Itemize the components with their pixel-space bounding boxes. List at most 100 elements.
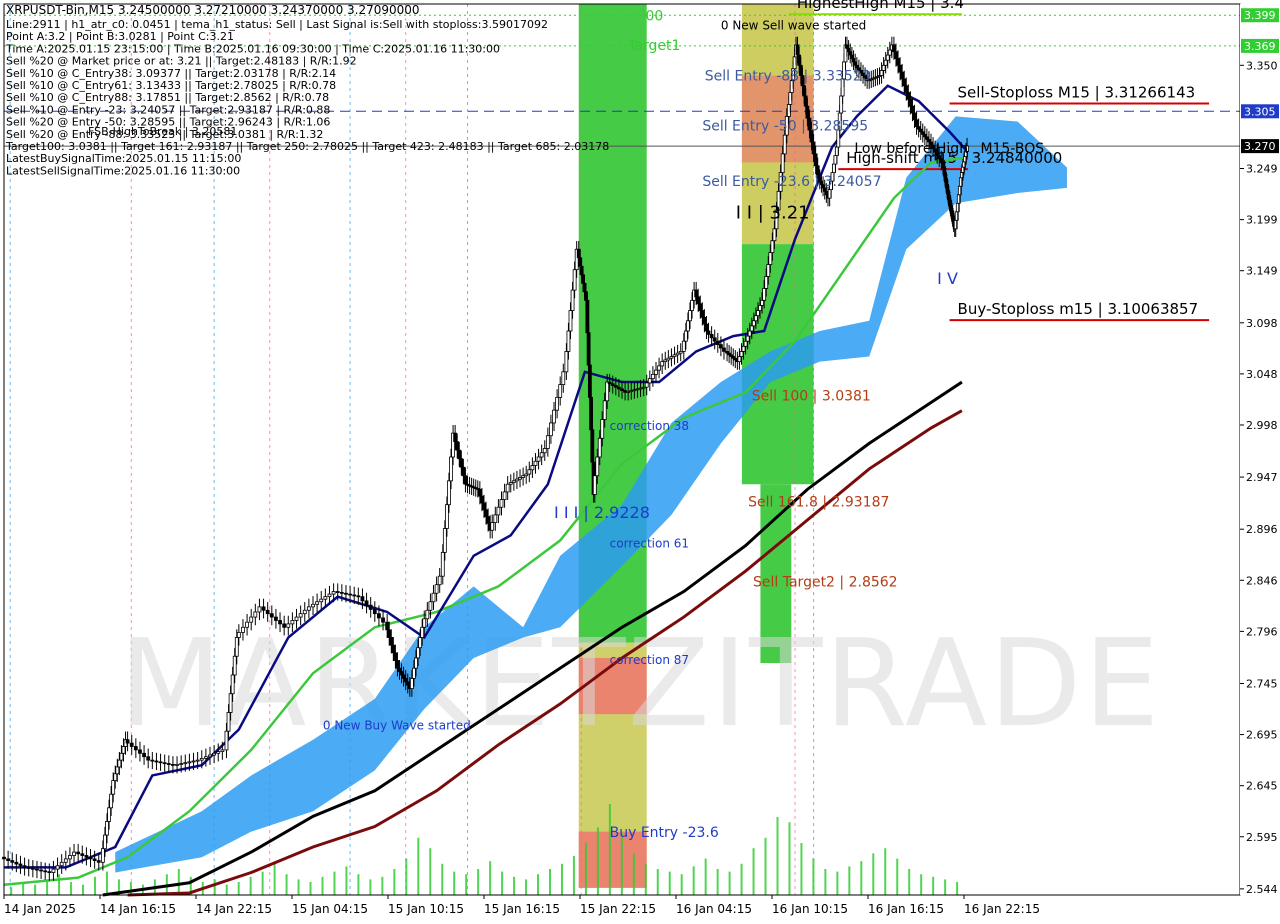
candle-body — [883, 59, 888, 66]
volume-bar — [884, 848, 887, 895]
candle-body — [743, 340, 748, 347]
annotation: Sell 161.8 | 2.93187 — [748, 495, 889, 511]
volume-bar — [513, 876, 516, 895]
annotation: 0 New Buy Wave started — [323, 718, 471, 732]
candle-body — [30, 867, 35, 870]
x-tick-label: 14 Jan 22:15 — [196, 902, 272, 916]
volume-bar — [716, 869, 719, 895]
volume-bar — [213, 879, 216, 895]
candle-body — [399, 671, 404, 676]
candle-body — [146, 756, 151, 761]
candle-body — [641, 386, 646, 389]
candle-body — [635, 388, 640, 391]
candle-body — [533, 460, 538, 466]
volume-bar — [501, 871, 504, 895]
volume-bar — [237, 882, 240, 895]
candle-body — [414, 657, 418, 669]
candle-body — [226, 712, 231, 732]
volume-bar — [58, 874, 61, 895]
volume-bar — [261, 871, 264, 895]
candle-body — [803, 95, 808, 107]
volume-bar — [309, 882, 312, 895]
candle-body — [418, 637, 423, 649]
candle-body — [80, 853, 85, 856]
candle-body — [113, 773, 118, 781]
candle-body — [482, 502, 486, 511]
x-tick-label: 14 Jan 16:15 — [100, 902, 176, 916]
candle-body — [762, 287, 767, 301]
candle-body — [521, 475, 526, 478]
candle-body — [449, 456, 453, 482]
candle-body — [770, 240, 775, 254]
candle-body — [688, 310, 692, 322]
info-line: Line:2911 | h1_atr_c0: 0.0451 | tema_h1_… — [6, 18, 548, 31]
candle-body — [610, 383, 615, 386]
volume-bar — [644, 863, 647, 895]
y-tick-label: 3.350 — [1246, 59, 1278, 72]
volume-bar — [297, 879, 300, 895]
volume-bar — [429, 848, 432, 895]
candle-body — [896, 58, 900, 66]
candle-body — [63, 858, 68, 863]
candle-body — [568, 310, 573, 332]
candle-body — [422, 618, 427, 628]
candle-body — [629, 390, 634, 392]
candle-body — [644, 382, 649, 388]
candle-body — [902, 78, 907, 87]
volume-bar — [285, 874, 288, 895]
candle-body — [885, 54, 890, 61]
candle-body — [434, 584, 439, 594]
candle-body — [894, 51, 898, 59]
volume-bar — [10, 887, 13, 895]
candle-body — [171, 763, 175, 766]
candle-body — [232, 655, 237, 676]
candle-body — [480, 495, 484, 504]
candle-body — [393, 652, 398, 661]
volume-bar — [225, 884, 228, 895]
info-line: Point A:3.2 | Point B:3.0281 | Point C:3… — [6, 30, 234, 43]
candle-body — [115, 766, 120, 775]
annotation: I V — [937, 269, 958, 288]
candle-body — [505, 483, 510, 493]
candle-body — [669, 356, 674, 359]
level-label: HighestHigh M15 | 3.4 — [797, 0, 964, 12]
volume-bar — [824, 869, 827, 895]
volume-bar — [728, 871, 731, 895]
info-line: Sell %10 @ C_Entry38: 3.09377 || Target:… — [6, 67, 336, 80]
candle-body — [477, 488, 482, 497]
fsb-label: FSB-HighToBreak | 3.20581 — [88, 125, 237, 138]
level-label: Buy-Stoploss m15 | 3.10063857 — [958, 300, 1199, 318]
candle-body — [797, 54, 802, 66]
candle-body — [910, 105, 915, 114]
volume-bar — [369, 879, 372, 895]
candle-body — [802, 85, 807, 97]
candle-body — [758, 305, 762, 311]
candle-body — [319, 598, 324, 603]
candle-body — [493, 514, 498, 523]
candle-body — [442, 528, 447, 553]
candle-body — [780, 153, 785, 173]
candle-body — [651, 373, 655, 380]
candle-body — [570, 289, 575, 311]
candle-body — [706, 330, 711, 335]
x-tick-label: 16 Jan 22:15 — [964, 902, 1040, 916]
candle-body — [678, 351, 683, 354]
candle-body — [420, 626, 425, 638]
candle-body — [558, 384, 563, 398]
volume-bar — [632, 853, 635, 895]
y-tick-label: 2.745 — [1246, 677, 1278, 690]
candle-body — [741, 345, 746, 352]
candle-body — [405, 681, 410, 686]
volume-bar — [393, 869, 396, 895]
candle-body — [68, 855, 72, 860]
volume-bar — [357, 874, 360, 895]
x-tick-label: 16 Jan 10:15 — [772, 902, 848, 916]
candle-body — [617, 386, 621, 390]
info-line: Sell %10 @ C_Entry61: 3.13433 || Target:… — [6, 79, 336, 92]
volume-bar — [129, 882, 132, 895]
annotation: I I I | 2.9228 — [554, 503, 650, 522]
candle-body — [461, 466, 466, 477]
candle-body — [613, 385, 618, 388]
volume-bar — [908, 869, 911, 895]
volume-bar — [740, 863, 743, 895]
